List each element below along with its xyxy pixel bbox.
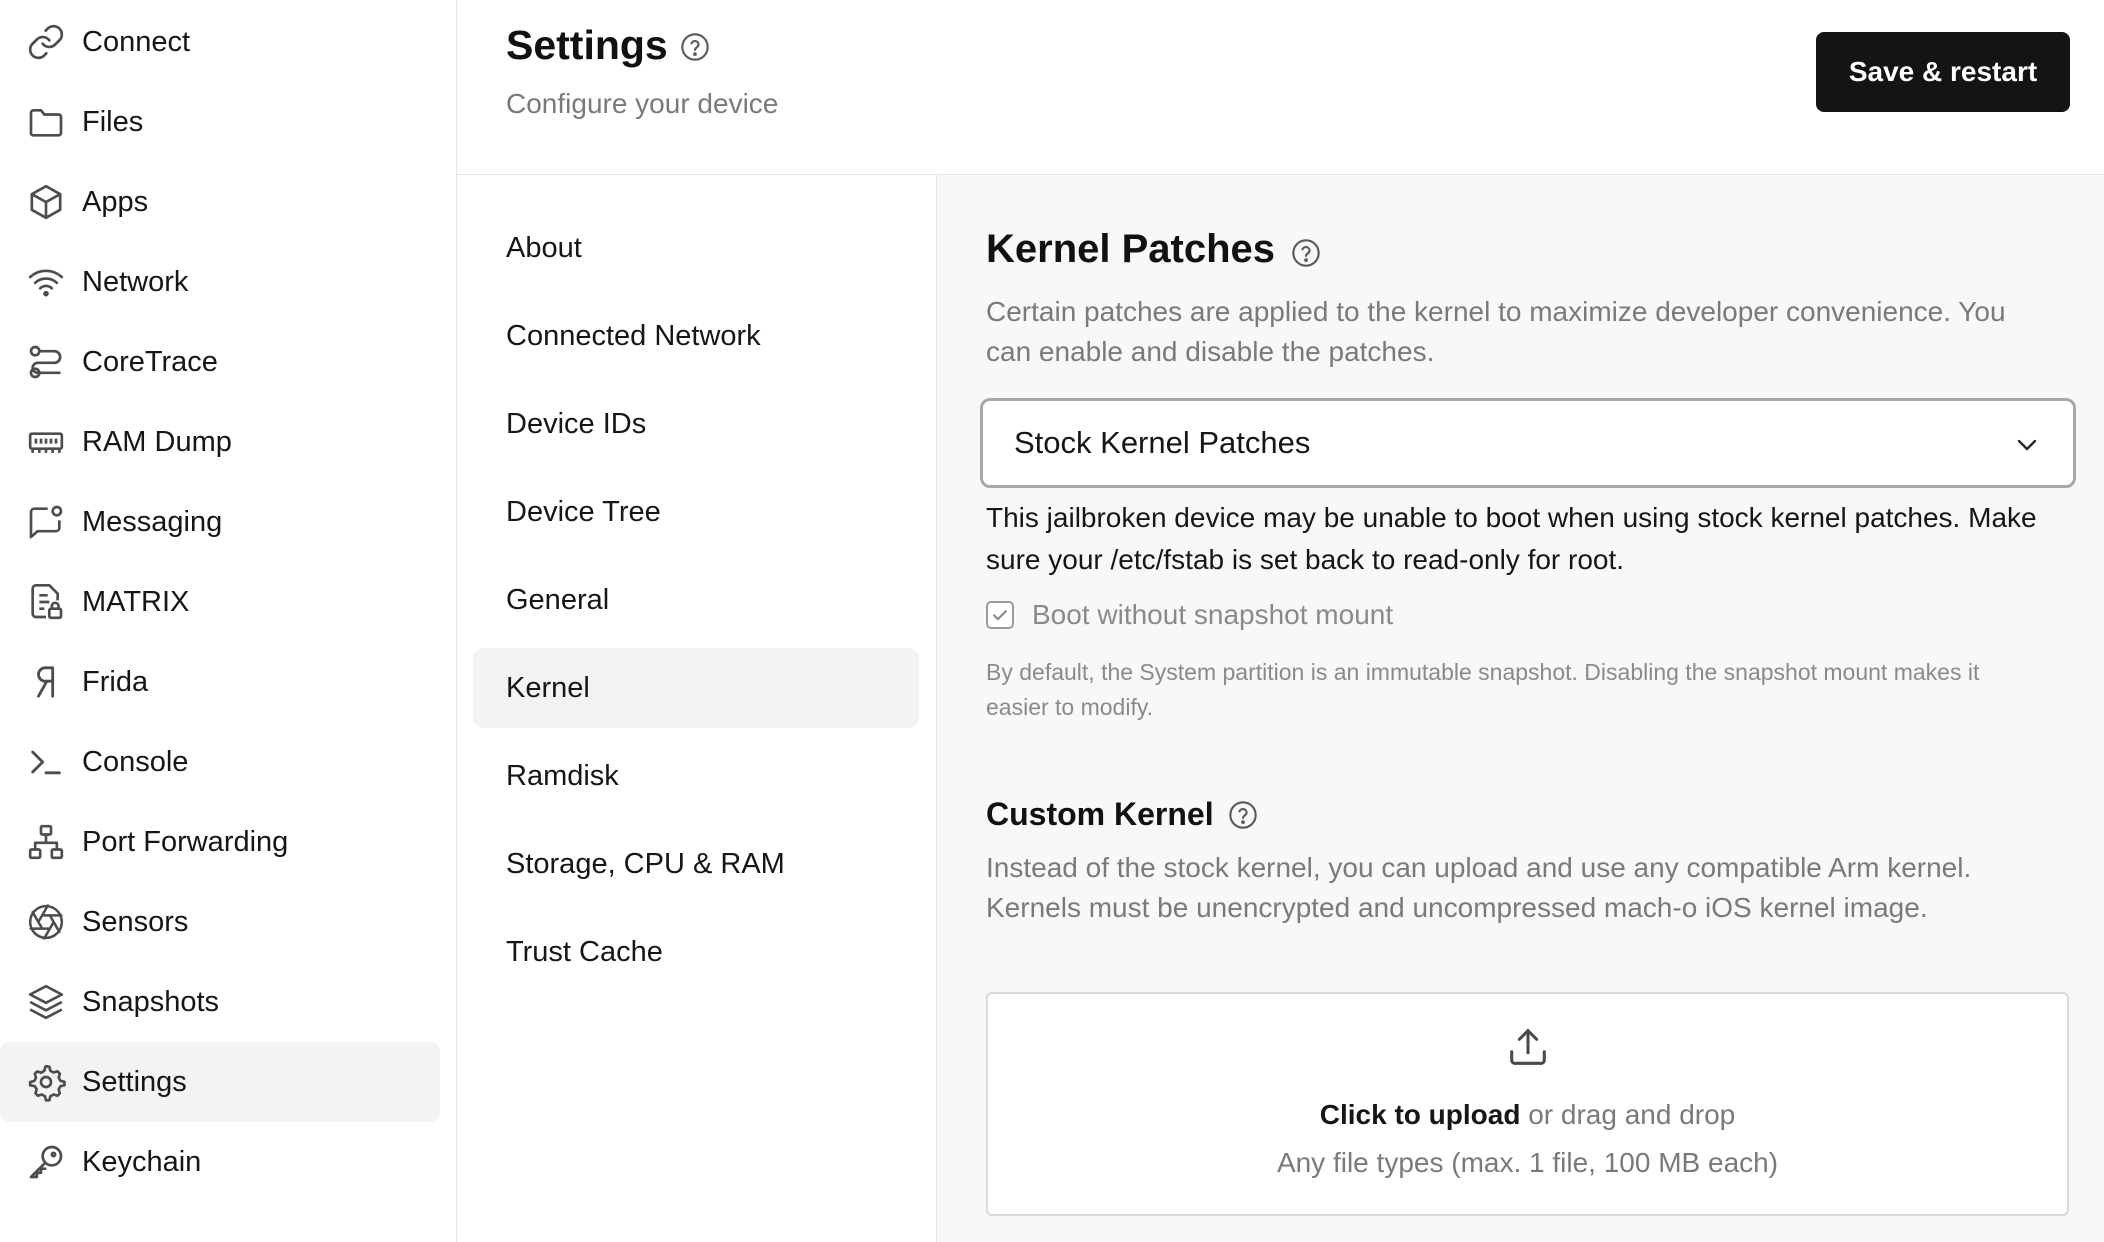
select-value: Stock Kernel Patches: [1014, 425, 1311, 460]
sidebar-item-label: Messaging: [82, 505, 223, 538]
sidebar-item-label: Keychain: [82, 1145, 202, 1178]
kernel-warning-text: This jailbroken device may be unable to …: [986, 502, 2037, 575]
network-tree-icon: [24, 820, 68, 864]
message-icon: [24, 500, 68, 544]
page-header: Settings Configure your device Save & re…: [457, 0, 2104, 175]
sidebar-item-apps[interactable]: Apps: [0, 162, 440, 242]
tab-storage-cpu-ram[interactable]: Storage, CPU & RAM: [473, 824, 919, 904]
snapshot-mount-checkbox-row[interactable]: Boot without snapshot mount: [986, 597, 1393, 633]
kernel-settings-panel: Kernel Patches Certain patches are appli…: [937, 175, 2104, 1242]
settings-nav: About Connected Network Device IDs Devic…: [457, 175, 937, 1242]
tab-general[interactable]: General: [473, 560, 919, 640]
aperture-icon: [24, 900, 68, 944]
upload-hint: Any file types (max. 1 file, 100 MB each…: [1276, 1147, 1779, 1178]
sidebar-item-label: Snapshots: [82, 985, 220, 1018]
gear-icon: [24, 1060, 68, 1104]
sidebar-item-label: Port Forwarding: [82, 825, 289, 858]
sidebar-item-console[interactable]: Console: [0, 722, 440, 802]
sidebar-item-label: Settings: [82, 1065, 187, 1098]
help-icon[interactable]: [1227, 799, 1259, 836]
frida-icon: [24, 660, 68, 704]
tab-about[interactable]: About: [473, 208, 919, 288]
sidebar-item-settings[interactable]: Settings: [0, 1042, 440, 1122]
checkbox-label: Boot without snapshot mount: [1032, 599, 1394, 630]
tab-connected-network[interactable]: Connected Network: [473, 296, 919, 376]
custom-kernel-title: Custom Kernel: [986, 796, 1214, 832]
sidebar-item-label: MATRIX: [82, 585, 190, 618]
memory-icon: [24, 420, 68, 464]
sidebar-item-port-forwarding[interactable]: Port Forwarding: [0, 802, 440, 882]
sidebar-item-label: Console: [82, 745, 189, 778]
sidebar-item-messaging[interactable]: Messaging: [0, 482, 440, 562]
sidebar-item-sensors[interactable]: Sensors: [0, 882, 440, 962]
sidebar-item-label: RAM Dump: [82, 425, 232, 458]
kernel-patches-select[interactable]: Stock Kernel Patches: [980, 398, 2076, 488]
snapshot-note: By default, the System partition is an i…: [986, 659, 1980, 720]
wifi-icon: [24, 260, 68, 304]
kernel-patches-description: Certain patches are applied to the kerne…: [986, 296, 2006, 367]
tab-device-tree[interactable]: Device Tree: [473, 472, 919, 552]
layers-icon: [24, 980, 68, 1024]
click-to-upload-link[interactable]: Click to upload: [1320, 1099, 1521, 1130]
custom-kernel-description: Instead of the stock kernel, you can upl…: [986, 852, 1972, 923]
upload-icon: [1505, 1024, 1551, 1075]
sidebar-item-label: Sensors: [82, 905, 189, 938]
chevron-down-icon: [2011, 429, 2043, 466]
sidebar-item-label: Network: [82, 265, 189, 298]
sidebar-item-label: Files: [82, 105, 144, 138]
route-icon: [24, 340, 68, 384]
folder-icon: [24, 100, 68, 144]
file-lock-icon: [24, 580, 68, 624]
kernel-upload-dropzone[interactable]: Click to upload or drag and drop Any fil…: [986, 992, 2069, 1216]
app-window: Connect Files Apps Network CoreTrace RAM…: [0, 0, 2104, 1242]
link-icon: [24, 20, 68, 64]
sidebar-item-frida[interactable]: Frida: [0, 642, 440, 722]
sidebar-item-label: Apps: [82, 185, 149, 218]
sidebar-item-snapshots[interactable]: Snapshots: [0, 962, 440, 1042]
page-subtitle: Configure your device: [506, 88, 779, 119]
save-restart-button[interactable]: Save & restart: [1816, 32, 2070, 112]
tab-device-ids[interactable]: Device IDs: [473, 384, 919, 464]
kernel-patches-title: Kernel Patches: [986, 227, 1276, 271]
sidebar-item-connect[interactable]: Connect: [0, 2, 440, 82]
sidebar-item-label: CoreTrace: [82, 345, 218, 378]
snapshot-mount-checkbox[interactable]: [986, 601, 1014, 629]
sidebar-item-files[interactable]: Files: [0, 82, 440, 162]
sidebar-item-coretrace[interactable]: CoreTrace: [0, 322, 440, 402]
drag-drop-text: or drag and drop: [1520, 1099, 1736, 1130]
tab-ramdisk[interactable]: Ramdisk: [473, 736, 919, 816]
help-icon[interactable]: [1290, 237, 1322, 274]
sidebar-item-ram-dump[interactable]: RAM Dump: [0, 402, 440, 482]
page-title: Settings: [506, 22, 668, 68]
tab-trust-cache[interactable]: Trust Cache: [473, 912, 919, 992]
sidebar-item-network[interactable]: Network: [0, 242, 440, 322]
help-icon[interactable]: [679, 31, 711, 68]
terminal-icon: [24, 740, 68, 784]
cube-icon: [24, 180, 68, 224]
upload-instructions: Click to upload or drag and drop: [988, 1099, 2067, 1131]
tab-kernel[interactable]: Kernel: [473, 648, 919, 728]
key-icon: [24, 1140, 68, 1184]
sidebar-item-keychain[interactable]: Keychain: [0, 1122, 440, 1202]
sidebar: Connect Files Apps Network CoreTrace RAM…: [0, 0, 457, 1242]
sidebar-item-label: Connect: [82, 25, 191, 58]
checkmark-icon: [993, 610, 1007, 621]
sidebar-item-label: Frida: [82, 665, 149, 698]
sidebar-item-matrix[interactable]: MATRIX: [0, 562, 440, 642]
